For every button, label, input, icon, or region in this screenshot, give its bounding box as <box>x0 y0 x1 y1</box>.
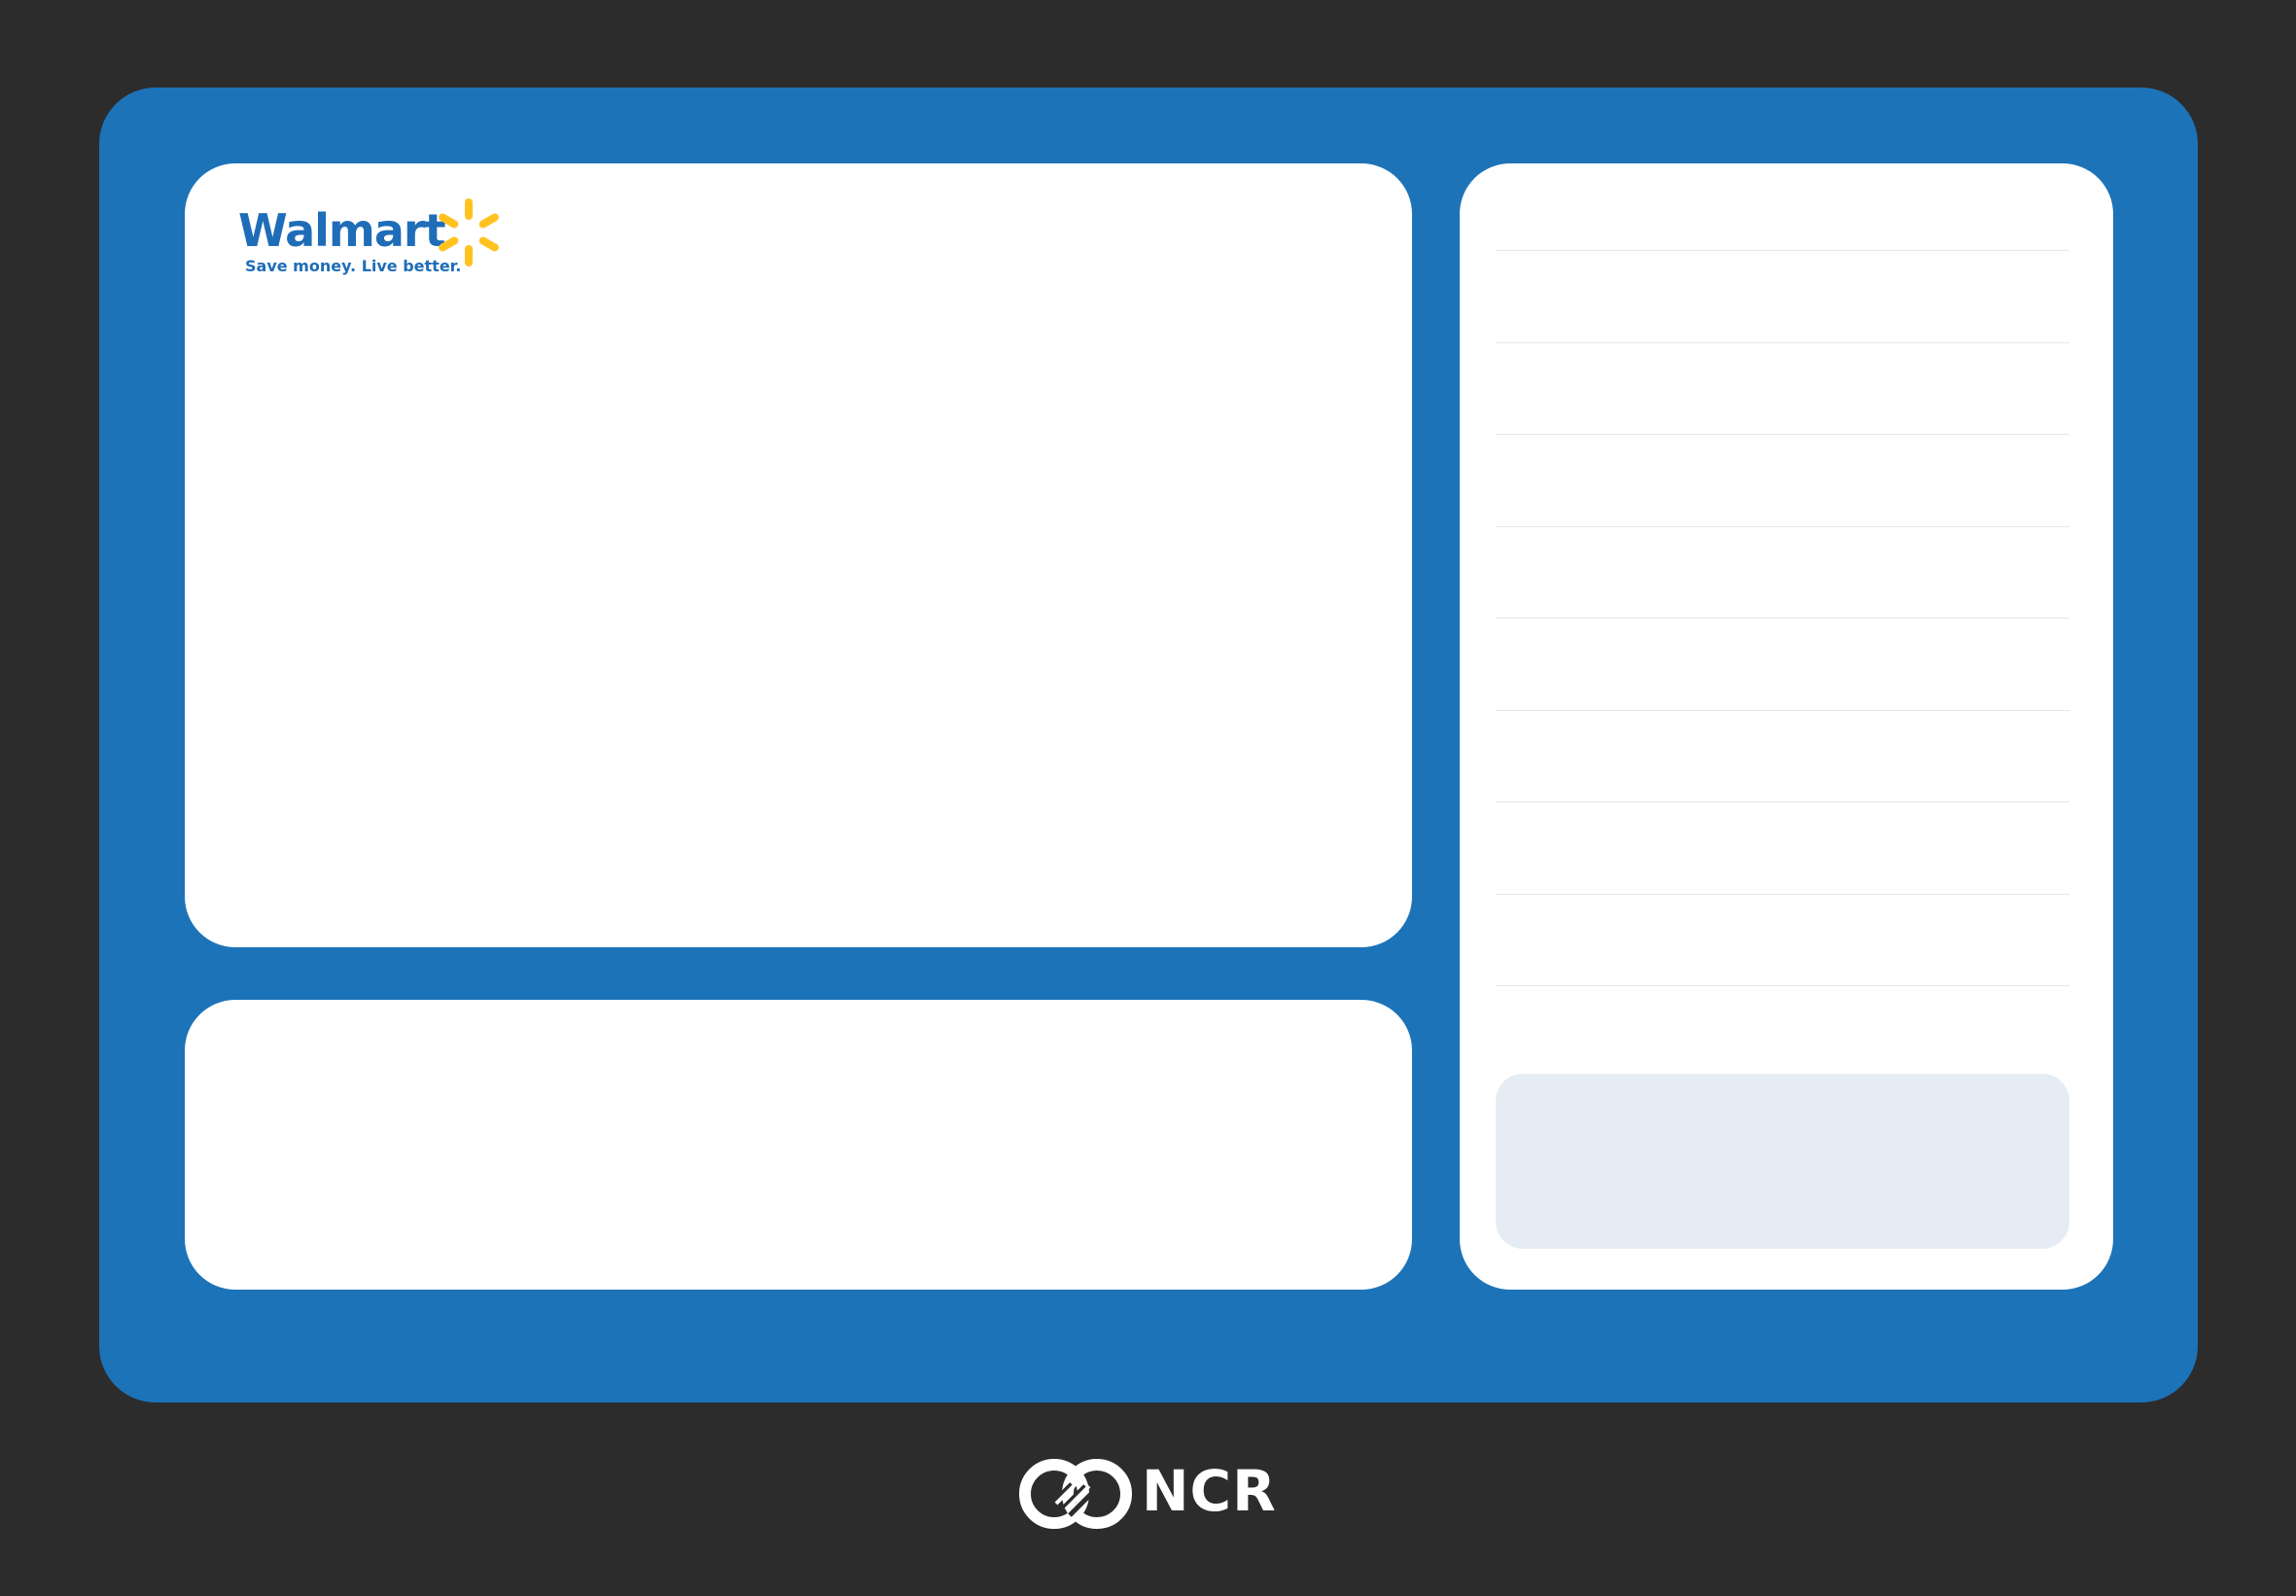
action-panel[interactable] <box>185 1000 1412 1290</box>
receipt-row[interactable] <box>1496 801 2069 894</box>
receipt-row[interactable] <box>1496 709 2069 802</box>
ncr-wordmark: NCR <box>1142 1458 1277 1524</box>
receipt-row[interactable] <box>1496 893 2069 986</box>
main-display-panel: Walmart Save money. Live better. <box>185 163 1412 947</box>
receipt-panel <box>1460 163 2113 1290</box>
pos-screen: Walmart Save money. Live better. <box>99 88 2198 1402</box>
receipt-row[interactable] <box>1496 434 2069 526</box>
ncr-logo: NCR <box>1017 1453 1289 1535</box>
ncr-logo-icon <box>1019 1459 1132 1529</box>
walmart-wordmark: Walmart <box>238 204 446 257</box>
walmart-tagline: Save money. Live better. <box>245 257 462 275</box>
receipt-item-list <box>1496 250 2069 986</box>
receipt-row[interactable] <box>1496 985 2069 986</box>
total-box[interactable] <box>1496 1074 2069 1249</box>
receipt-row[interactable] <box>1496 250 2069 342</box>
receipt-row[interactable] <box>1496 618 2069 710</box>
receipt-row[interactable] <box>1496 525 2069 619</box>
receipt-row[interactable] <box>1496 341 2069 435</box>
pos-terminal: Walmart Save money. Live better. NCR <box>0 0 2296 1596</box>
